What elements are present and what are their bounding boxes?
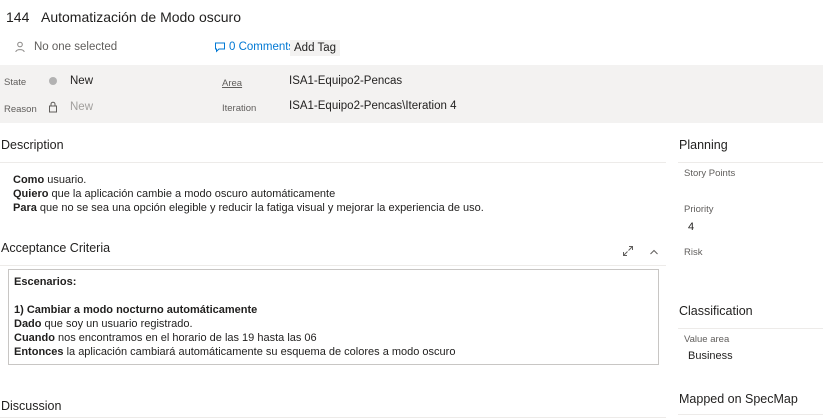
iteration-field[interactable]: ISA1-Equipo2-Pencas\Iteration 4 [289,100,457,112]
scenario-title: 1) Cambiar a modo nocturno automáticamen… [14,304,258,316]
story-points-label: Story Points [684,168,736,179]
divider [0,417,666,418]
comments-label: 0 Comments [229,41,295,53]
person-icon [14,41,26,53]
expand-icon[interactable] [622,245,634,257]
work-item-id: 144 [6,9,30,25]
divider [0,265,666,266]
description-line: Para que no se sea una opción elegible y… [13,202,484,214]
acceptance-criteria-editor[interactable]: Escenarios: 1) Cambiar a modo nocturno a… [8,269,659,365]
state-field[interactable]: New [70,75,93,87]
description-line: Como usuario. [13,174,87,186]
mapped-on-specmap-heading: Mapped on SpecMap [679,392,798,406]
value-area-label: Value area [684,334,730,345]
risk-label: Risk [684,247,703,258]
comments-link[interactable]: 0 Comments [214,41,294,53]
area-field[interactable]: ISA1-Equipo2-Pencas [289,75,402,87]
divider [0,162,666,163]
comment-icon [214,41,226,53]
planning-heading: Planning [679,138,728,152]
fields-panel [0,65,823,123]
criteria-line: Entonces la aplicación cambiará automáti… [14,346,456,358]
state-indicator [49,77,57,85]
iteration-label: Iteration [222,103,257,114]
criteria-line: Cuando nos encontramos en el horario de … [14,332,317,344]
scenarios-heading: Escenarios: [14,276,77,288]
criteria-line: Dado que soy un usuario registrado. [14,318,193,330]
risk-field[interactable] [684,260,814,276]
area-label: Area [222,78,243,89]
state-label: State [4,77,27,88]
assignee-picker[interactable]: No one selected [14,41,117,53]
divider [678,328,823,329]
reason-label: Reason [4,104,37,115]
classification-heading: Classification [679,304,753,318]
lock-icon [48,101,58,113]
add-tag-button[interactable]: Add Tag [290,40,340,56]
chevron-up-icon[interactable] [648,246,660,258]
assignee-label: No one selected [34,41,118,53]
reason-field: New [70,101,94,113]
priority-field[interactable]: 4 [688,221,694,233]
value-area-field[interactable]: Business [688,350,733,362]
description-line: Quiero que la aplicación cambie a modo o… [13,188,336,200]
discussion-heading: Discussion [1,399,62,413]
description-heading: Description [1,138,64,152]
work-item-title[interactable]: Automatización de Modo oscuro [41,9,241,25]
priority-label: Priority [684,204,714,215]
description-body[interactable]: Como usuario. Quiero que la aplicación c… [13,173,484,215]
divider [678,162,823,163]
acceptance-criteria-heading: Acceptance Criteria [1,241,111,255]
divider [678,414,823,415]
story-points-field[interactable] [684,181,814,197]
